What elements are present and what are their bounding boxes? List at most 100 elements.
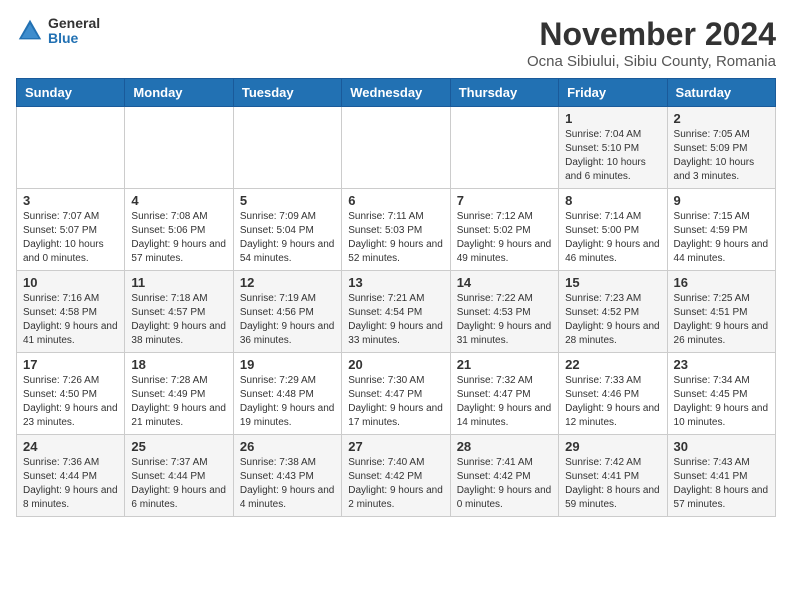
day-number: 4 <box>131 193 226 208</box>
day-info: Sunrise: 7:22 AM Sunset: 4:53 PM Dayligh… <box>457 292 552 348</box>
calendar-day-cell <box>342 107 450 189</box>
calendar-day-cell: 1 Sunrise: 7:04 AM Sunset: 5:10 PM Daylig… <box>559 107 667 189</box>
calendar-week-row: 1 Sunrise: 7:04 AM Sunset: 5:10 PM Daylig… <box>17 107 776 189</box>
day-number: 17 <box>23 357 118 372</box>
day-number: 9 <box>674 193 769 208</box>
calendar-day-cell: 24Sunrise: 7:36 AM Sunset: 4:44 PM Dayli… <box>17 435 125 517</box>
day-number: 27 <box>348 439 443 454</box>
calendar-day-cell: 20 Sunrise: 7:30 AM Sunset: 4:47 PM Dayli… <box>342 353 450 435</box>
calendar-day-cell: 25 Sunrise: 7:37 AM Sunset: 4:44 PM Dayli… <box>125 435 233 517</box>
day-number: 26 <box>240 439 335 454</box>
day-info: Sunrise: 7:28 AM Sunset: 4:49 PM Dayligh… <box>131 374 226 430</box>
day-info: Sunrise: 7:21 AM Sunset: 4:54 PM Dayligh… <box>348 292 443 348</box>
day-info: Sunrise: 7:36 AM Sunset: 4:44 PM Dayligh… <box>23 456 118 512</box>
calendar-day-cell: 27 Sunrise: 7:40 AM Sunset: 4:42 PM Dayli… <box>342 435 450 517</box>
day-info: Sunrise: 7:12 AM Sunset: 5:02 PM Dayligh… <box>457 210 552 266</box>
calendar-day-cell: 29Sunrise: 7:42 AM Sunset: 4:41 PM Dayli… <box>559 435 667 517</box>
calendar-day-cell: 17 Sunrise: 7:26 AM Sunset: 4:50 PM Dayli… <box>17 353 125 435</box>
day-number: 12 <box>240 275 335 290</box>
calendar-header-cell: Wednesday <box>342 79 450 107</box>
calendar-header-row: SundayMondayTuesdayWednesdayThursdayFrid… <box>17 79 776 107</box>
day-info: Sunrise: 7:23 AM Sunset: 4:52 PM Dayligh… <box>565 292 660 348</box>
day-info: Sunrise: 7:42 AM Sunset: 4:41 PM Dayligh… <box>565 456 660 512</box>
day-info: Sunrise: 7:07 AM Sunset: 5:07 PM Dayligh… <box>23 210 118 266</box>
day-info: Sunrise: 7:15 AM Sunset: 4:59 PM Dayligh… <box>674 210 769 266</box>
day-number: 8 <box>565 193 660 208</box>
calendar-header-cell: Thursday <box>450 79 558 107</box>
calendar-day-cell: 6 Sunrise: 7:11 AM Sunset: 5:03 PM Daylig… <box>342 189 450 271</box>
calendar-week-row: 10Sunrise: 7:16 AM Sunset: 4:58 PM Dayli… <box>17 271 776 353</box>
calendar-day-cell: 15Sunrise: 7:23 AM Sunset: 4:52 PM Dayli… <box>559 271 667 353</box>
calendar-day-cell: 2 Sunrise: 7:05 AM Sunset: 5:09 PM Daylig… <box>667 107 775 189</box>
day-info: Sunrise: 7:37 AM Sunset: 4:44 PM Dayligh… <box>131 456 226 512</box>
day-info: Sunrise: 7:11 AM Sunset: 5:03 PM Dayligh… <box>348 210 443 266</box>
logo-blue-text: Blue <box>48 31 100 46</box>
day-number: 16 <box>674 275 769 290</box>
calendar-header-cell: Sunday <box>17 79 125 107</box>
day-number: 11 <box>131 275 226 290</box>
title-area: November 2024 Ocna Sibiului, Sibiu Count… <box>527 16 776 70</box>
day-info: Sunrise: 7:40 AM Sunset: 4:42 PM Dayligh… <box>348 456 443 512</box>
logo-general-text: General <box>48 16 100 31</box>
day-number: 21 <box>457 357 552 372</box>
day-number: 3 <box>23 193 118 208</box>
day-info: Sunrise: 7:04 AM Sunset: 5:10 PM Dayligh… <box>565 128 660 184</box>
day-info: Sunrise: 7:29 AM Sunset: 4:48 PM Dayligh… <box>240 374 335 430</box>
calendar-day-cell: 30 Sunrise: 7:43 AM Sunset: 4:41 PM Dayli… <box>667 435 775 517</box>
day-info: Sunrise: 7:25 AM Sunset: 4:51 PM Dayligh… <box>674 292 769 348</box>
calendar-header-cell: Monday <box>125 79 233 107</box>
calendar-day-cell: 13Sunrise: 7:21 AM Sunset: 4:54 PM Dayli… <box>342 271 450 353</box>
calendar-day-cell <box>125 107 233 189</box>
calendar-day-cell: 26 Sunrise: 7:38 AM Sunset: 4:43 PM Dayli… <box>233 435 341 517</box>
day-info: Sunrise: 7:26 AM Sunset: 4:50 PM Dayligh… <box>23 374 118 430</box>
day-number: 5 <box>240 193 335 208</box>
day-number: 7 <box>457 193 552 208</box>
calendar-day-cell: 10Sunrise: 7:16 AM Sunset: 4:58 PM Dayli… <box>17 271 125 353</box>
day-info: Sunrise: 7:09 AM Sunset: 5:04 PM Dayligh… <box>240 210 335 266</box>
day-number: 1 <box>565 111 660 126</box>
day-info: Sunrise: 7:08 AM Sunset: 5:06 PM Dayligh… <box>131 210 226 266</box>
calendar-day-cell: 16 Sunrise: 7:25 AM Sunset: 4:51 PM Dayli… <box>667 271 775 353</box>
logo-icon <box>16 17 44 45</box>
day-number: 10 <box>23 275 118 290</box>
day-number: 25 <box>131 439 226 454</box>
day-number: 30 <box>674 439 769 454</box>
calendar-day-cell: 5 Sunrise: 7:09 AM Sunset: 5:04 PM Daylig… <box>233 189 341 271</box>
day-number: 6 <box>348 193 443 208</box>
calendar-day-cell: 12 Sunrise: 7:19 AM Sunset: 4:56 PM Dayli… <box>233 271 341 353</box>
day-info: Sunrise: 7:19 AM Sunset: 4:56 PM Dayligh… <box>240 292 335 348</box>
calendar-table: SundayMondayTuesdayWednesdayThursdayFrid… <box>16 78 776 517</box>
calendar-day-cell: 18 Sunrise: 7:28 AM Sunset: 4:49 PM Dayli… <box>125 353 233 435</box>
day-info: Sunrise: 7:32 AM Sunset: 4:47 PM Dayligh… <box>457 374 552 430</box>
day-info: Sunrise: 7:43 AM Sunset: 4:41 PM Dayligh… <box>674 456 769 512</box>
calendar-header-cell: Saturday <box>667 79 775 107</box>
day-info: Sunrise: 7:30 AM Sunset: 4:47 PM Dayligh… <box>348 374 443 430</box>
calendar-header-cell: Tuesday <box>233 79 341 107</box>
calendar-day-cell: 8Sunrise: 7:14 AM Sunset: 5:00 PM Daylig… <box>559 189 667 271</box>
calendar-day-cell <box>233 107 341 189</box>
calendar-day-cell: 3 Sunrise: 7:07 AM Sunset: 5:07 PM Daylig… <box>17 189 125 271</box>
day-info: Sunrise: 7:33 AM Sunset: 4:46 PM Dayligh… <box>565 374 660 430</box>
calendar-day-cell: 21 Sunrise: 7:32 AM Sunset: 4:47 PM Dayli… <box>450 353 558 435</box>
calendar-day-cell <box>450 107 558 189</box>
calendar-week-row: 24Sunrise: 7:36 AM Sunset: 4:44 PM Dayli… <box>17 435 776 517</box>
day-info: Sunrise: 7:18 AM Sunset: 4:57 PM Dayligh… <box>131 292 226 348</box>
day-number: 28 <box>457 439 552 454</box>
day-info: Sunrise: 7:38 AM Sunset: 4:43 PM Dayligh… <box>240 456 335 512</box>
day-number: 18 <box>131 357 226 372</box>
calendar-week-row: 17 Sunrise: 7:26 AM Sunset: 4:50 PM Dayli… <box>17 353 776 435</box>
month-title: November 2024 <box>527 16 776 53</box>
logo: General Blue <box>16 16 100 47</box>
calendar-header-cell: Friday <box>559 79 667 107</box>
calendar-day-cell: 14 Sunrise: 7:22 AM Sunset: 4:53 PM Dayli… <box>450 271 558 353</box>
day-number: 2 <box>674 111 769 126</box>
calendar-day-cell: 23Sunrise: 7:34 AM Sunset: 4:45 PM Dayli… <box>667 353 775 435</box>
day-number: 20 <box>348 357 443 372</box>
calendar-day-cell: 7 Sunrise: 7:12 AM Sunset: 5:02 PM Daylig… <box>450 189 558 271</box>
calendar-week-row: 3 Sunrise: 7:07 AM Sunset: 5:07 PM Daylig… <box>17 189 776 271</box>
calendar-day-cell <box>17 107 125 189</box>
day-number: 14 <box>457 275 552 290</box>
calendar-day-cell: 19Sunrise: 7:29 AM Sunset: 4:48 PM Dayli… <box>233 353 341 435</box>
calendar-day-cell: 9 Sunrise: 7:15 AM Sunset: 4:59 PM Daylig… <box>667 189 775 271</box>
day-info: Sunrise: 7:05 AM Sunset: 5:09 PM Dayligh… <box>674 128 769 184</box>
